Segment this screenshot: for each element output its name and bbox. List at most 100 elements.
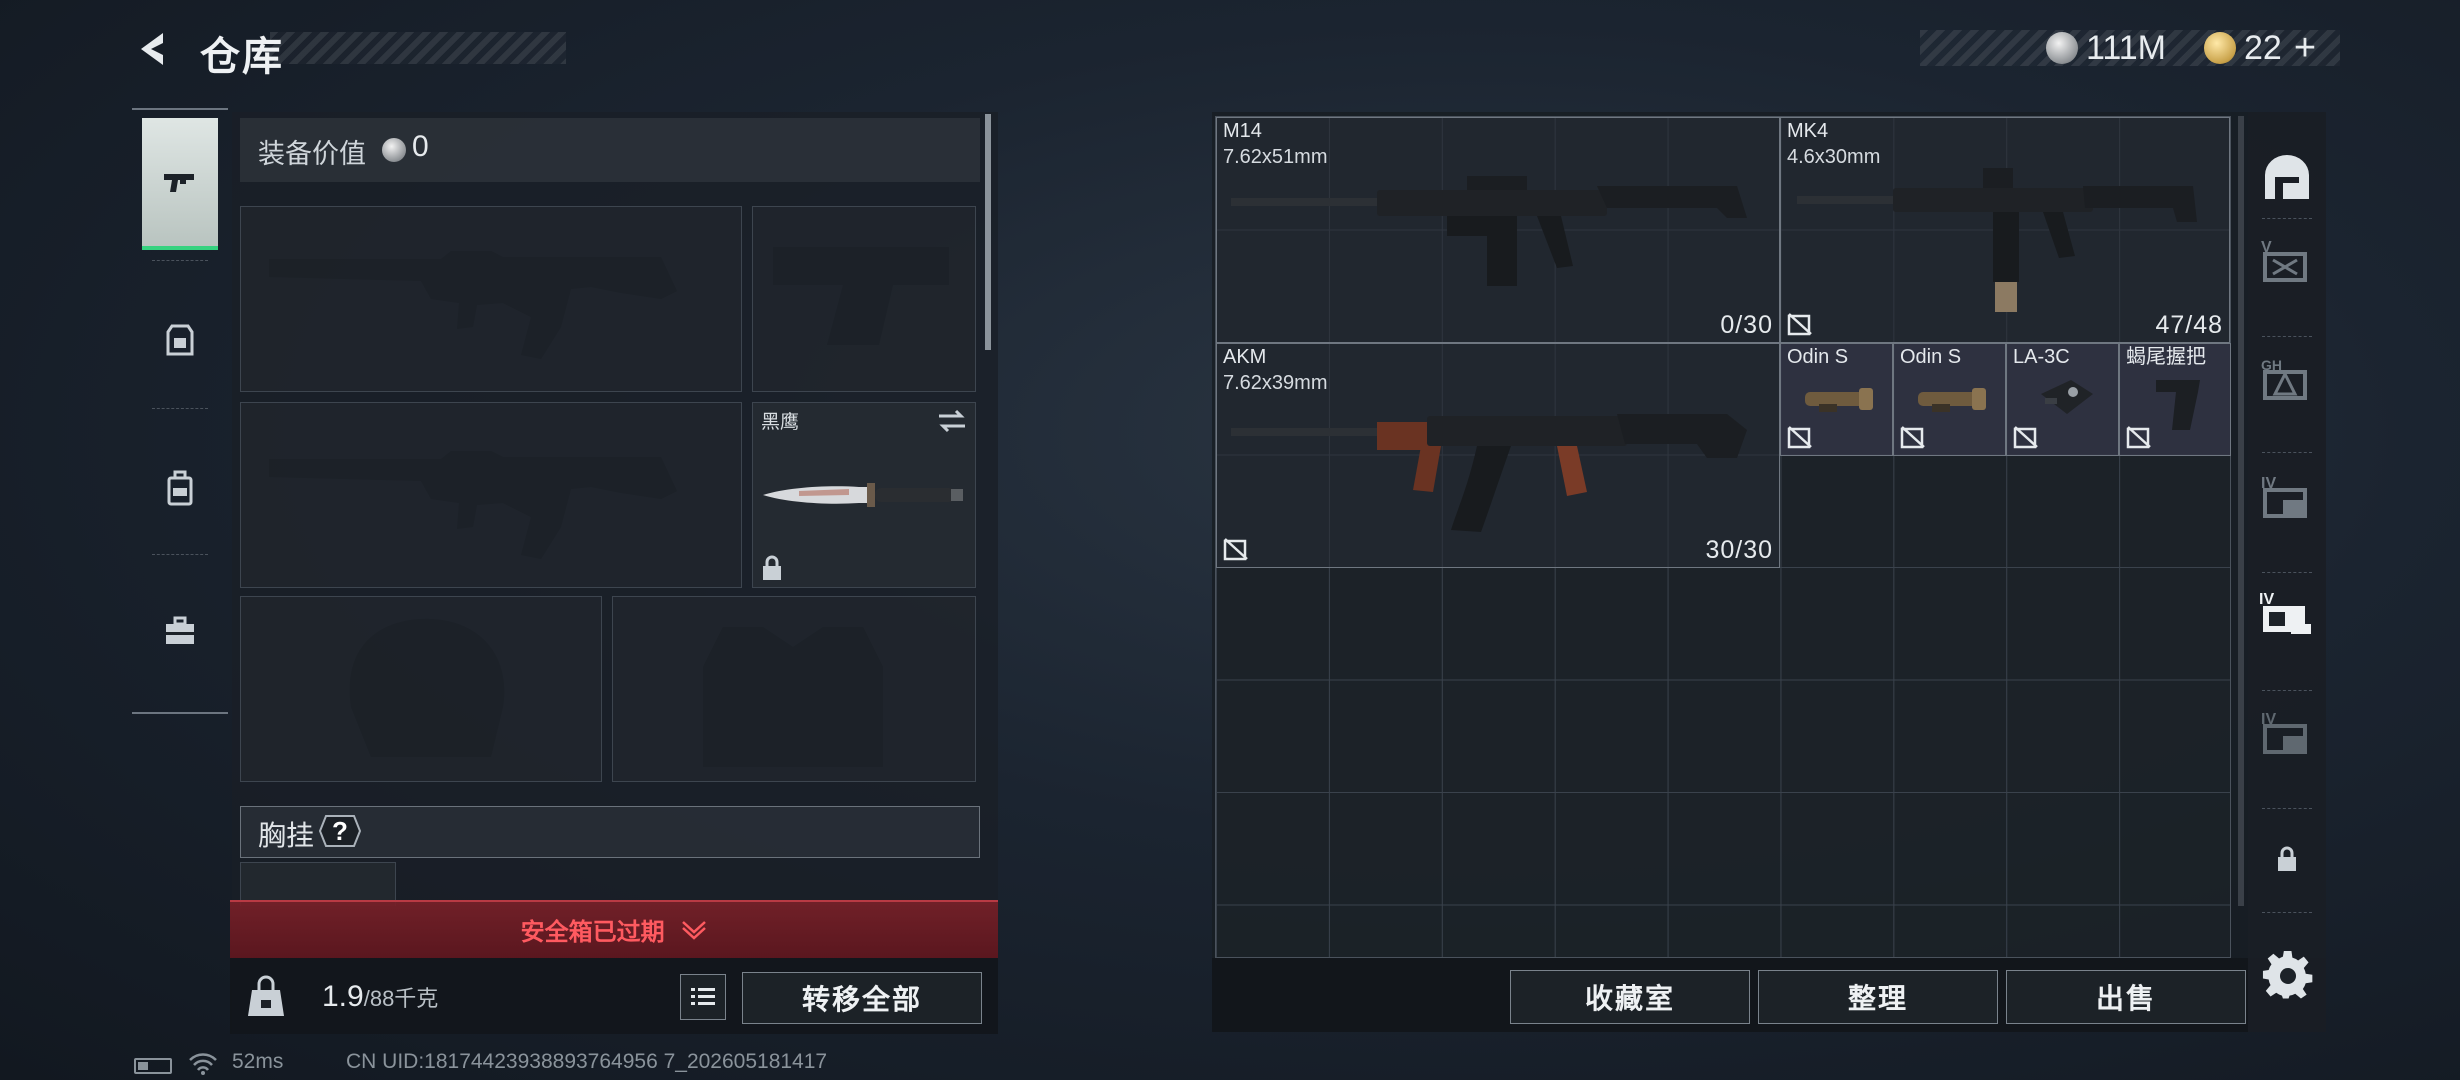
sell-button[interactable]: 出售 — [2006, 970, 2246, 1024]
storage-item-odin-s[interactable]: Odin S — [1893, 343, 2006, 456]
add-gold-icon[interactable]: + — [2294, 27, 2316, 70]
primary-weapon-slot[interactable] — [240, 206, 742, 392]
title-decoration — [270, 32, 566, 64]
storage-item-grip[interactable]: 蝎尾握把 — [2119, 343, 2231, 456]
no-insure-icon — [2013, 426, 2038, 449]
weight-text: 1.9/88千克 — [322, 980, 438, 1014]
warehouse-icon — [2265, 155, 2309, 199]
svg-text:IV: IV — [2259, 591, 2274, 608]
storage-tab-iv-active[interactable]: IV — [2254, 580, 2320, 650]
safebox-warning[interactable]: 安全箱已过期 — [230, 912, 998, 947]
tab-medkit[interactable] — [142, 564, 218, 696]
value-coin-icon — [382, 138, 406, 162]
storage-tab-iv-2[interactable]: IV — [2254, 698, 2320, 768]
collection-room-button[interactable]: 收藏室 — [1510, 970, 1750, 1024]
no-insure-icon — [2126, 426, 2151, 449]
ping-text: 52ms — [232, 1050, 284, 1073]
no-insure-icon — [1900, 426, 1925, 449]
laser-module-icon — [2041, 380, 2093, 414]
silver-coin-icon — [2046, 32, 2078, 64]
weight-current: 1.9 — [322, 980, 364, 1013]
crate-iv-icon: IV — [2261, 475, 2307, 518]
item-ammo: 0/30 — [1720, 311, 1773, 339]
equipment-scrollbar[interactable] — [985, 114, 991, 350]
silver-currency[interactable]: 111M — [2046, 26, 2166, 70]
storage-scrollbar[interactable] — [2238, 116, 2244, 906]
tab-backpack[interactable] — [142, 422, 218, 554]
armor-silhouette-icon — [703, 627, 883, 767]
battery-icon — [134, 1058, 172, 1074]
storage-tab-iv-1[interactable]: IV — [2254, 462, 2320, 532]
equipment-value-label: 装备价值 — [258, 139, 366, 169]
item-name: 蝎尾握把 — [2126, 346, 2206, 368]
item-ammo: 47/48 — [2155, 311, 2223, 339]
storage-tab-v-1[interactable]: V — [2254, 226, 2320, 296]
equipment-value: 0 — [412, 130, 429, 163]
rifle-silhouette-icon — [269, 251, 677, 359]
storage-item-m14[interactable]: M14 7.62x51mm 0/30 — [1216, 117, 1780, 343]
back-arrow-icon — [141, 33, 163, 65]
item-name: LA-3C — [2013, 346, 2070, 368]
helmet-slot[interactable] — [240, 596, 602, 782]
lock-icon — [2278, 846, 2296, 871]
backpack-icon — [167, 470, 193, 506]
storage-item-akm[interactable]: AKM 7.62x39mm 30/30 — [1216, 343, 1780, 568]
settings-gear-icon[interactable] — [2262, 950, 2314, 1002]
storage-tab-locked[interactable] — [2254, 824, 2320, 894]
secondary-weapon-slot[interactable] — [240, 402, 742, 588]
uid-text: CN UID:18174423938893764956 7_2026051814… — [346, 1050, 828, 1073]
storage-tab-main[interactable] — [2254, 144, 2320, 214]
item-name: AKM — [1223, 346, 1267, 368]
flashlight-icon — [1918, 388, 1986, 412]
knife-icon — [763, 483, 963, 507]
storage-item-mk4[interactable]: MK4 4.6x30mm 47/48 — [1780, 117, 2230, 343]
crate-v-icon: V — [2261, 239, 2307, 282]
melee-slot[interactable]: 黑鹰 — [752, 402, 976, 588]
gold-amount: 22 — [2244, 28, 2282, 67]
sidearm-slot[interactable] — [752, 206, 976, 392]
category-tabs — [132, 108, 228, 714]
crate-gh-icon: GH — [2261, 357, 2307, 400]
storage-item-odin-s[interactable]: Odin S — [1780, 343, 1893, 456]
list-icon — [691, 988, 715, 1005]
weight-icon — [248, 975, 284, 1016]
item-ammo: 30/30 — [1705, 536, 1773, 564]
list-view-button[interactable] — [680, 974, 726, 1020]
no-insure-icon — [1787, 426, 1812, 449]
weight-max: /88千克 — [363, 986, 439, 1011]
m14-rifle-icon — [1231, 176, 1747, 286]
pistol-icon — [164, 174, 194, 192]
chevron-down-icon — [682, 921, 707, 940]
pistol-silhouette-icon — [773, 247, 949, 345]
armor-icon — [166, 324, 194, 356]
wifi-icon — [189, 1053, 217, 1075]
storage-item-la-3c[interactable]: LA-3C — [2006, 343, 2119, 456]
chest-rig-label: 胸挂 — [258, 820, 315, 851]
item-name: MK4 — [1787, 120, 1829, 142]
crate-iv-icon: IV — [2261, 711, 2307, 754]
grip-icon — [2156, 380, 2200, 430]
body-armor-slot[interactable] — [612, 596, 976, 782]
help-mark: ? — [332, 815, 348, 846]
gold-currency[interactable]: 22 + — [2204, 26, 2316, 70]
back-button[interactable] — [130, 22, 180, 76]
crate-iv-active-icon: IV — [2259, 591, 2311, 634]
helmet-silhouette-icon — [349, 618, 505, 757]
silver-amount: 111M — [2086, 28, 2167, 67]
transfer-all-button[interactable]: 转移全部 — [742, 972, 982, 1024]
item-name: M14 — [1223, 120, 1262, 142]
no-insure-icon — [1223, 538, 1248, 561]
storage-tab-gh[interactable]: GH — [2254, 344, 2320, 414]
gold-coin-icon — [2204, 32, 2236, 64]
organize-button[interactable]: 整理 — [1758, 970, 1998, 1024]
no-insure-icon — [1787, 313, 1812, 336]
lock-icon — [763, 555, 781, 580]
rifle-silhouette-icon — [269, 451, 677, 559]
flashlight-icon — [1805, 388, 1873, 412]
page-title: 仓库 — [200, 35, 284, 79]
swap-icon[interactable] — [937, 407, 967, 435]
item-name: Odin S — [1787, 346, 1849, 368]
tab-weapons[interactable] — [142, 118, 218, 250]
chest-rig-help-button[interactable]: ? — [318, 814, 362, 848]
tab-armor[interactable] — [142, 274, 218, 406]
